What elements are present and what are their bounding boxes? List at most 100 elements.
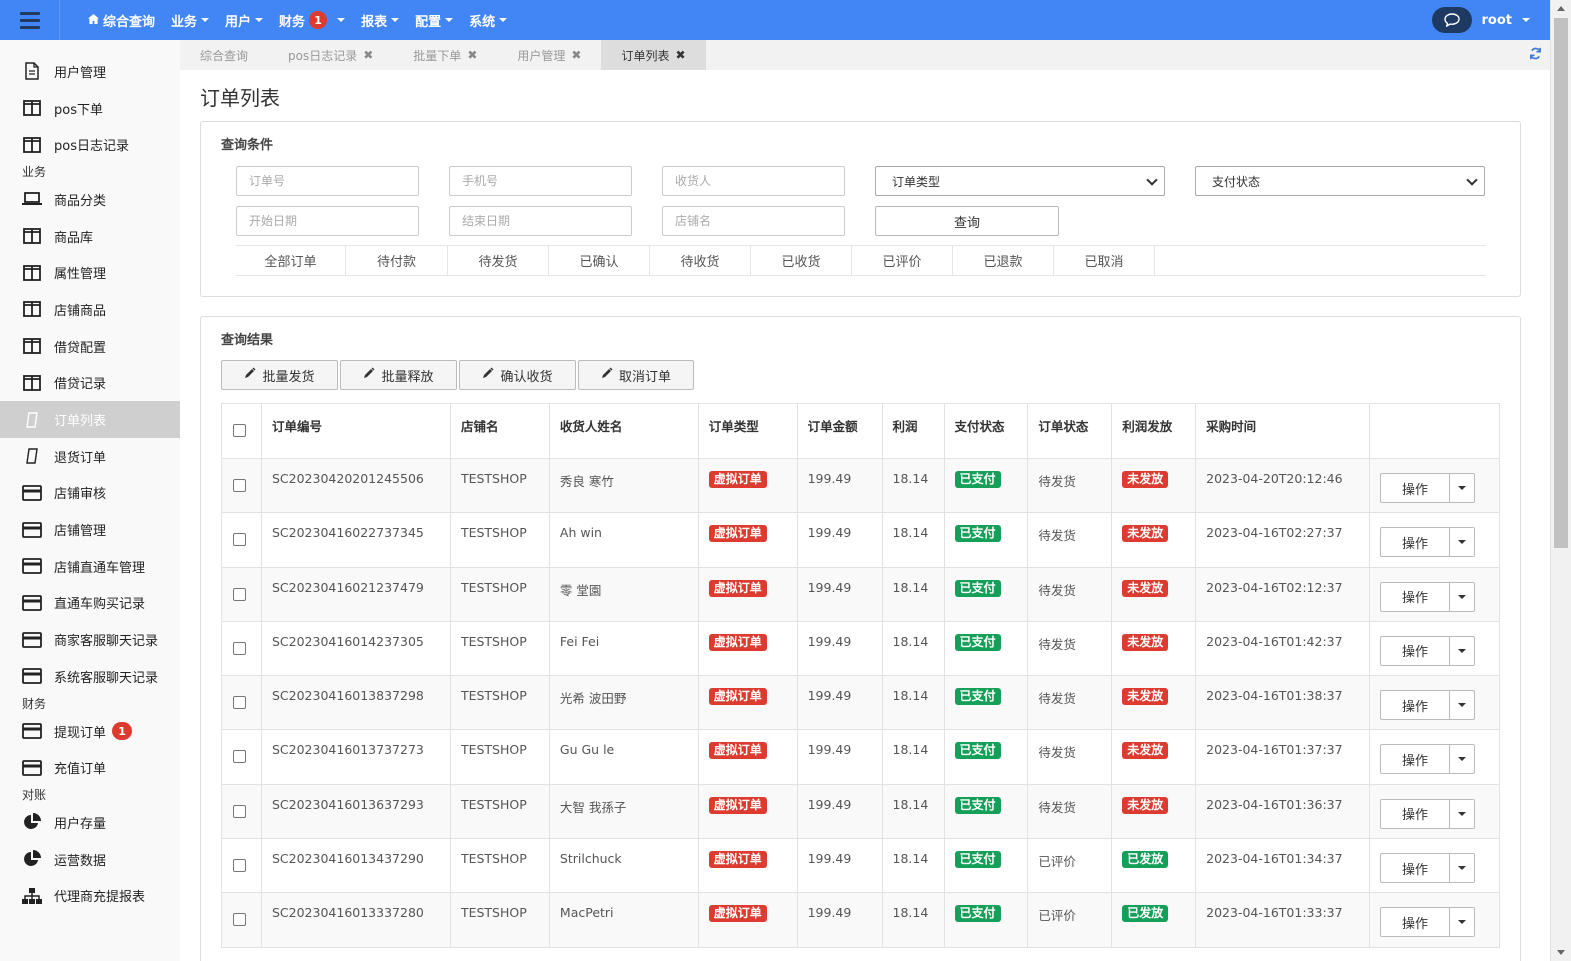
row-checkbox[interactable] [233, 696, 246, 710]
row-checkbox[interactable] [233, 750, 246, 764]
sidebar-item-24[interactable]: 代理商充提报表 [0, 877, 180, 914]
shop-name-input[interactable] [662, 206, 845, 236]
sidebar-item-10[interactable]: 订单列表 [0, 401, 180, 438]
pay-status-select[interactable]: 支付状态 [1195, 166, 1485, 196]
menu-toggle-icon[interactable] [0, 0, 60, 40]
scroll-down-icon[interactable] [1557, 950, 1565, 955]
end-date-input[interactable] [449, 206, 632, 236]
nav-item-4[interactable]: 报表 [353, 0, 407, 40]
sidebar-item-9[interactable]: 借贷记录 [0, 365, 180, 402]
batch-button-2[interactable]: 确认收货 [459, 360, 576, 390]
sidebar-item-6[interactable]: 属性管理 [0, 254, 180, 291]
payout-status-label: 未发放 [1122, 633, 1169, 651]
row-checkbox[interactable] [233, 587, 246, 601]
action-dropdown-toggle[interactable] [1449, 853, 1475, 884]
status-tab-8[interactable]: 已取消 [1054, 246, 1155, 275]
order-type-select[interactable]: 订单类型 [875, 166, 1165, 196]
sidebar-item-17[interactable]: 系统客服聊天记录 [0, 658, 180, 695]
sidebar-item-13[interactable]: 店铺管理 [0, 511, 180, 548]
close-icon[interactable]: ✖ [467, 48, 477, 62]
sidebar-item-23[interactable]: 运营数据 [0, 841, 180, 878]
action-button[interactable]: 操作 [1379, 907, 1450, 938]
nav-item-6[interactable]: 系统 [461, 0, 515, 40]
tab-3[interactable]: 用户管理 ✖ [497, 40, 601, 70]
nav-item-5[interactable]: 配置 [407, 0, 461, 40]
close-icon[interactable]: ✖ [571, 48, 581, 62]
tab-2[interactable]: 批量下单 ✖ [393, 40, 497, 70]
sidebar-item-11[interactable]: 退货订单 [0, 438, 180, 475]
sidebar-item-20[interactable]: 充值订单 [0, 749, 180, 786]
action-button[interactable]: 操作 [1379, 527, 1450, 558]
sidebar-item-8[interactable]: 借贷配置 [0, 328, 180, 365]
sidebar-item-16[interactable]: 商家客服聊天记录 [0, 621, 180, 658]
receiver-input[interactable] [662, 166, 845, 196]
row-checkbox[interactable] [233, 533, 246, 547]
sidebar-item-2[interactable]: pos日志记录 [0, 126, 180, 163]
start-date-input[interactable] [236, 206, 419, 236]
action-button[interactable]: 操作 [1379, 798, 1450, 829]
sidebar-item-4[interactable]: 商品分类 [0, 181, 180, 218]
status-tab-5[interactable]: 已收货 [751, 246, 852, 275]
action-button[interactable]: 操作 [1379, 635, 1450, 666]
row-checkbox[interactable] [233, 479, 246, 492]
action-dropdown-toggle[interactable] [1449, 798, 1475, 829]
scrollbar-thumb[interactable] [1554, 18, 1568, 548]
vertical-scrollbar[interactable] [1550, 0, 1571, 961]
action-dropdown-toggle[interactable] [1449, 635, 1475, 666]
tab-1[interactable]: pos日志记录 ✖ [268, 40, 393, 70]
chat-button[interactable] [1431, 7, 1472, 33]
cell-payout: 未发放 [1111, 783, 1197, 840]
status-tab-2[interactable]: 待发货 [448, 246, 549, 275]
action-button[interactable]: 操作 [1379, 690, 1450, 721]
action-dropdown-toggle[interactable] [1449, 690, 1475, 721]
action-dropdown-toggle[interactable] [1449, 473, 1475, 503]
status-tab-1[interactable]: 待付款 [346, 246, 448, 275]
row-checkbox[interactable] [233, 641, 246, 655]
sidebar-item-12[interactable]: 店铺审核 [0, 475, 180, 512]
row-checkbox[interactable] [233, 859, 246, 873]
close-icon[interactable]: ✖ [363, 48, 373, 62]
refresh-icon[interactable] [1529, 47, 1542, 64]
tab-4[interactable]: 订单列表 ✖ [601, 40, 706, 70]
credit-card-icon [22, 759, 42, 777]
sidebar-item-0[interactable]: 用户管理 [0, 53, 180, 90]
nav-item-2[interactable]: 用户 [217, 0, 271, 40]
status-tab-7[interactable]: 已退款 [953, 246, 1054, 275]
user-menu[interactable]: root [1482, 13, 1530, 28]
status-tab-0[interactable]: 全部订单 [236, 246, 346, 275]
nav-item-3[interactable]: 财务 1 [271, 0, 353, 40]
sidebar-item-14[interactable]: 店铺直通车管理 [0, 548, 180, 585]
action-dropdown-toggle[interactable] [1449, 527, 1475, 558]
cell-amount: 199.49 [796, 566, 883, 622]
nav-item-0[interactable]: 综合查询 [80, 0, 163, 40]
row-checkbox[interactable] [233, 913, 246, 927]
sidebar-item-7[interactable]: 店铺商品 [0, 291, 180, 328]
action-dropdown-toggle[interactable] [1449, 907, 1475, 938]
sidebar-item-19[interactable]: 提现订单 1 [0, 713, 180, 750]
batch-button-3[interactable]: 取消订单 [578, 360, 694, 390]
action-dropdown-toggle[interactable] [1449, 744, 1475, 775]
action-button[interactable]: 操作 [1379, 473, 1450, 503]
select-all-checkbox[interactable] [233, 424, 246, 437]
action-button[interactable]: 操作 [1379, 744, 1450, 775]
close-icon[interactable]: ✖ [675, 48, 685, 62]
sidebar-item-1[interactable]: pos下单 [0, 90, 180, 127]
tab-0[interactable]: 综合查询 [180, 40, 268, 70]
scroll-up-icon[interactable] [1557, 6, 1565, 11]
query-button[interactable]: 查询 [875, 206, 1059, 236]
sidebar-item-22[interactable]: 用户存量 [0, 804, 180, 841]
batch-button-0[interactable]: 批量发货 [221, 360, 338, 390]
batch-button-1[interactable]: 批量释放 [340, 360, 457, 390]
action-button[interactable]: 操作 [1379, 853, 1450, 884]
status-tab-3[interactable]: 已确认 [549, 246, 650, 275]
order-no-input[interactable] [236, 166, 419, 196]
nav-item-1[interactable]: 业务 [163, 0, 217, 40]
sidebar-item-15[interactable]: 直通车购买记录 [0, 585, 180, 622]
action-button[interactable]: 操作 [1379, 581, 1450, 612]
status-tab-4[interactable]: 待收货 [650, 246, 751, 275]
phone-input[interactable] [449, 166, 632, 196]
status-tab-6[interactable]: 已评价 [852, 246, 953, 275]
action-dropdown-toggle[interactable] [1449, 581, 1475, 612]
row-checkbox[interactable] [233, 804, 246, 818]
sidebar-item-5[interactable]: 商品库 [0, 218, 180, 255]
